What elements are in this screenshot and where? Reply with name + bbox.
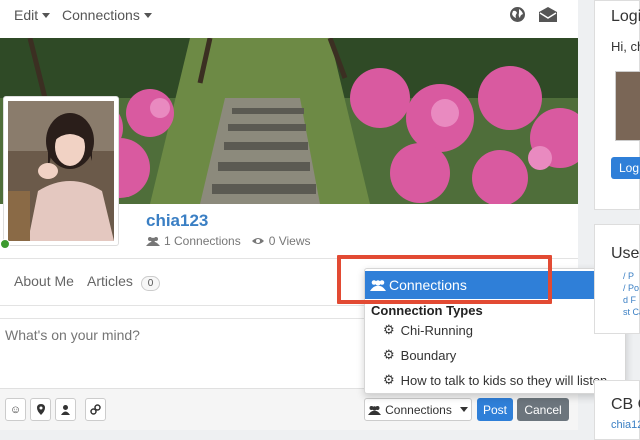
connections-menu[interactable]: Connections: [62, 7, 152, 23]
tab-articles[interactable]: Articles 0: [87, 273, 161, 291]
composer-toolbar: ☺ Connections Post Cancel: [0, 388, 578, 430]
caret-down-icon: [42, 12, 51, 18]
dropdown-item-boundary[interactable]: ⚙ Boundary: [383, 347, 456, 363]
views-count: 0 Views: [268, 234, 311, 248]
login-avatar: [615, 71, 640, 141]
edit-menu[interactable]: Edit: [14, 7, 51, 23]
cancel-button[interactable]: Cancel: [517, 398, 569, 421]
right-sidebar: Logi Hi, ch Log User / P / Po d F st Ca …: [594, 0, 640, 440]
articles-count-badge: 0: [140, 276, 161, 291]
users-card: User / P / Po d F st Ca: [594, 224, 640, 334]
caret-down-icon: [143, 12, 152, 18]
gear-icon: ⚙: [383, 372, 395, 387]
cb-card-title: CB C: [611, 396, 640, 413]
tab-about-me-label: About Me: [14, 273, 74, 289]
connections-button-label: Connections: [385, 402, 452, 417]
users-card-title: User: [611, 245, 640, 262]
eye-icon: [251, 238, 264, 244]
profile-username[interactable]: chia123: [146, 211, 208, 231]
gear-icon: ⚙: [383, 347, 395, 362]
dropdown-item-label: How to talk to kids so they will listen: [400, 372, 608, 388]
users-link[interactable]: / P: [623, 271, 634, 281]
caret-down-icon: [459, 407, 468, 412]
map-marker-icon: [36, 404, 45, 415]
cb-user-link[interactable]: chia12: [611, 419, 640, 431]
cancel-button-label: Cancel: [524, 402, 562, 417]
dropdown-item-label: Chi-Running: [400, 322, 473, 338]
edit-menu-label: Edit: [14, 7, 39, 23]
link-icon: [90, 404, 101, 415]
profile-stats: 1 Connections 0 Views: [146, 234, 311, 248]
login-button-label: Log: [619, 161, 640, 175]
status-input[interactable]: [5, 327, 345, 343]
connections-dropdown-button[interactable]: Connections: [364, 398, 472, 421]
avatar[interactable]: [3, 96, 119, 246]
users-icon: [368, 405, 382, 415]
users-link[interactable]: d F: [623, 295, 636, 305]
connections-count[interactable]: 1 Connections: [164, 234, 241, 248]
connection-types-heading: Connection Types: [371, 303, 483, 318]
emoji-button[interactable]: ☺: [5, 398, 26, 421]
users-icon: [146, 236, 160, 246]
gear-icon: ⚙: [383, 322, 395, 337]
location-button[interactable]: [30, 398, 51, 421]
dropdown-item-chi-running[interactable]: ⚙ Chi-Running: [383, 322, 473, 338]
tab-about-me[interactable]: About Me: [14, 273, 74, 289]
login-card: Logi Hi, ch Log: [594, 0, 640, 210]
tab-articles-label: Articles: [87, 273, 133, 289]
highlight-annotation-box: [337, 255, 552, 304]
user-icon: [61, 404, 70, 415]
login-button[interactable]: Log: [611, 157, 640, 179]
cb-card: CB C chia12: [594, 380, 640, 440]
login-card-title: Logi: [611, 8, 640, 25]
dropdown-item-label: Boundary: [400, 347, 457, 363]
connections-menu-label: Connections: [62, 7, 140, 23]
post-button[interactable]: Post: [477, 398, 513, 421]
login-greeting: Hi, ch: [611, 39, 640, 54]
users-link[interactable]: / Po: [623, 283, 639, 293]
tag-user-button[interactable]: [55, 398, 76, 421]
link-button[interactable]: [85, 398, 106, 421]
smile-icon: ☺: [9, 403, 22, 416]
globe-icon[interactable]: [509, 6, 526, 23]
users-link[interactable]: st Ca: [623, 307, 640, 317]
top-toolbar: Edit Connections: [0, 0, 578, 38]
online-status-dot: [0, 239, 10, 249]
dropdown-item-talk-to-kids[interactable]: ⚙ How to talk to kids so they will liste…: [383, 372, 607, 388]
post-button-label: Post: [482, 402, 507, 417]
envelope-icon[interactable]: [538, 6, 558, 23]
